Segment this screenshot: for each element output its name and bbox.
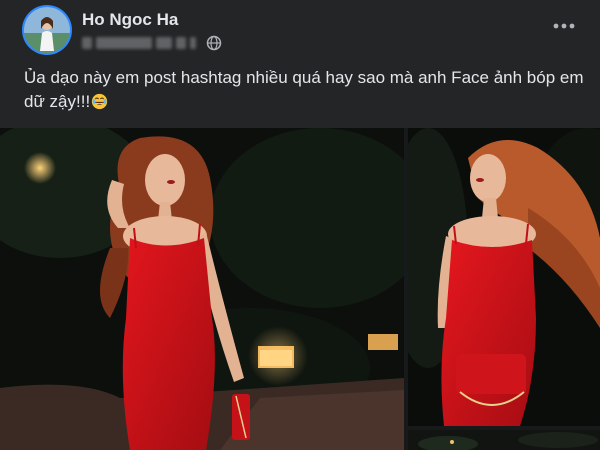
globe-icon[interactable] [206,35,222,51]
blurred-timestamp [190,37,196,49]
photo-woman-red-dress-hair-flip[interactable] [408,128,600,426]
photo-woman-red-dress-walking[interactable] [0,128,404,450]
post-meta [82,34,222,52]
blurred-timestamp [176,37,186,49]
more-options-button[interactable] [550,16,578,36]
photo-image [408,128,600,426]
photo-image [0,128,404,450]
photo-grid [0,128,600,450]
photo-third-partial[interactable] [408,430,600,450]
post-header: Ho Ngoc Ha [0,0,600,62]
post-caption: Ủa dạo này em post hashtag nhiều quá hay… [24,66,584,114]
more-options-icon [553,23,575,29]
photo-image [408,430,600,450]
facebook-post: Ho Ngoc Ha Ủa dạo này em post hashtag nh… [0,0,600,450]
author-avatar[interactable] [24,7,70,53]
author-name[interactable]: Ho Ngoc Ha [82,10,178,30]
blurred-timestamp [156,37,172,49]
avatar-image [24,7,70,53]
blurred-timestamp [82,37,92,49]
laughing-tears-emoji [92,93,108,110]
blurred-timestamp [96,37,152,49]
